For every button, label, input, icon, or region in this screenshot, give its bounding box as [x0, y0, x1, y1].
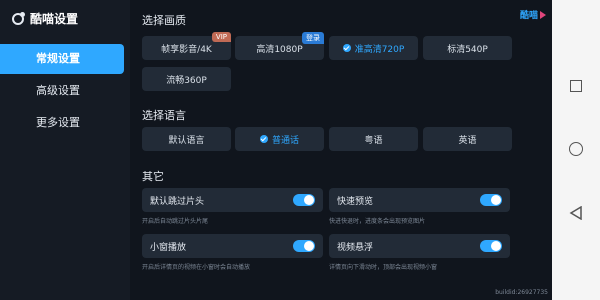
quality-option-label: 高清1080P [256, 44, 303, 55]
kumiao-logo-icon [12, 11, 25, 25]
language-option-label: 英语 [458, 135, 477, 146]
brand: 酷喵设置 [12, 10, 78, 27]
quality-option-label: 帧享影音/4K [161, 44, 212, 55]
vip-badge: VIP [211, 32, 231, 42]
language-option-label: 粤语 [364, 135, 383, 146]
back-icon[interactable] [569, 206, 583, 220]
system-nav-bar [552, 0, 600, 300]
language-option-cantonese[interactable]: 粤语 [329, 127, 418, 151]
quality-option-1080p[interactable]: 高清1080P 登录 [235, 32, 324, 60]
quick-preview-toggle[interactable] [480, 194, 502, 206]
sidebar: 酷喵设置 常规设置 高级设置 更多设置 [0, 0, 130, 300]
sidebar-nav: 常规设置 高级设置 更多设置 [0, 44, 124, 140]
quality-option-540p[interactable]: 标清540P [423, 36, 512, 60]
selected-check-icon [342, 44, 351, 52]
home-icon[interactable] [569, 142, 583, 156]
toggle-hint: 详情页向下滑动时，顶部会出现视频小窗 [329, 264, 438, 271]
language-section-title: 选择语言 [142, 109, 186, 122]
toggle-hint: 开启后详情页的视频在小窗时会自动播放 [142, 264, 251, 271]
login-badge: 登录 [302, 32, 324, 44]
sidebar-item-more[interactable]: 更多设置 [0, 108, 124, 138]
toggle-label: 快速预览 [337, 197, 374, 207]
selected-check-icon [259, 135, 268, 143]
language-option-english[interactable]: 英语 [423, 127, 512, 151]
toggle-row-video-float: 视频悬浮 [329, 234, 510, 258]
video-float-toggle[interactable] [480, 240, 502, 252]
sidebar-item-advanced[interactable]: 高级设置 [0, 76, 124, 106]
toggle-row-skip-intro: 默认跳过片头 [142, 188, 323, 212]
quality-option-label: 流畅360P [166, 75, 207, 86]
toggle-row-quick-preview: 快速预览 [329, 188, 510, 212]
toggle-row-mini-window: 小窗播放 [142, 234, 323, 258]
play-icon [540, 10, 546, 19]
toggle-hint: 开启后自动跳过片头片尾 [142, 218, 209, 225]
toggle-label: 小窗播放 [150, 243, 187, 253]
settings-panel: 酷喵 选择画质 帧享影音/4K VIP 高清1080P 登录 准高清720P 标… [130, 0, 552, 300]
language-option-mandarin[interactable]: 普通话 [235, 127, 324, 151]
brand-title: 酷喵设置 [30, 12, 79, 26]
other-section-title: 其它 [142, 170, 164, 183]
quality-option-label: 准高清720P [354, 44, 405, 55]
brand-mark-text: 酷喵 [519, 11, 538, 21]
language-option-label: 默认语言 [168, 135, 205, 146]
toggle-label: 默认跳过片头 [150, 197, 205, 207]
language-option-label: 普通话 [271, 135, 299, 146]
quality-option-360p[interactable]: 流畅360P [142, 67, 231, 91]
language-option-default[interactable]: 默认语言 [142, 127, 231, 151]
quality-section-title: 选择画质 [142, 14, 186, 27]
recent-apps-icon[interactable] [570, 80, 582, 92]
sidebar-item-general[interactable]: 常规设置 [0, 44, 124, 74]
quality-option-720p[interactable]: 准高清720P [329, 36, 418, 60]
mini-window-toggle[interactable] [293, 240, 315, 252]
toggle-label: 视频悬浮 [337, 243, 374, 253]
brand-mark: 酷喵 [520, 8, 546, 21]
build-id: buildid:26927735 [495, 289, 548, 296]
skip-intro-toggle[interactable] [293, 194, 315, 206]
quality-option-4k[interactable]: 帧享影音/4K VIP [142, 32, 231, 60]
toggle-hint: 快进快退时，进度条会出现预览图片 [329, 218, 426, 225]
quality-option-label: 标清540P [447, 44, 488, 55]
